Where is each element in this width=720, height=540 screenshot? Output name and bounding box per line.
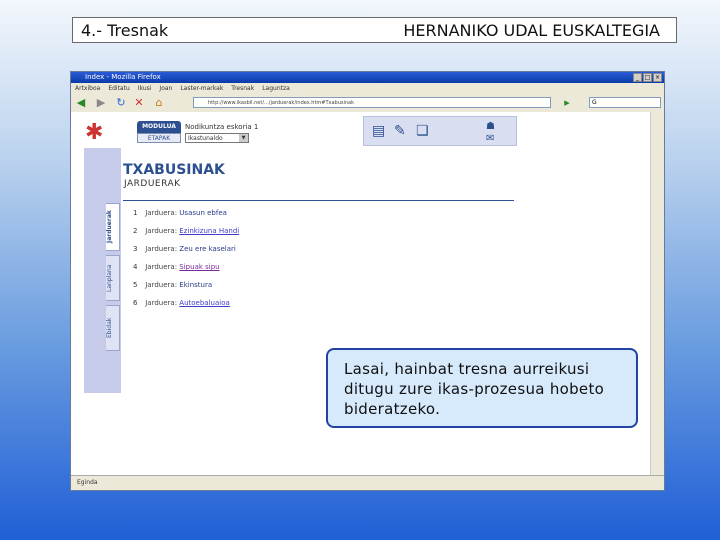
activity-item: 3 Jarduera: Zeu ere kaselari [133, 245, 236, 253]
go-icon[interactable]: ▸ [561, 97, 573, 109]
activity-item: 1 Jarduera: Usasun ebfea [133, 209, 227, 217]
tab-ebidak[interactable]: Ebidak [106, 305, 120, 351]
activity-number: 6 [133, 299, 138, 307]
activity-item: 6 Jarduera: Autoebaluaioa [133, 299, 230, 307]
activity-link[interactable]: Ekinstura [179, 281, 212, 289]
menu-item-tools[interactable]: Tresnak [231, 83, 254, 94]
browser-titlebar: Index - Mozilla Firefox _ □ × [71, 72, 664, 83]
mail-icon[interactable]: ✉ [486, 132, 494, 146]
activity-number: 5 [133, 281, 138, 289]
browser-window: Index - Mozilla Firefox _ □ × Artxiboa E… [70, 71, 665, 491]
menu-item-view[interactable]: Ikusi [138, 83, 152, 94]
activity-link[interactable]: Zeu ere kaselari [179, 245, 236, 253]
forward-arrow-icon[interactable]: ▶ [95, 97, 107, 109]
notebook-icon[interactable]: ▤ [372, 124, 385, 138]
activity-number: 3 [133, 245, 138, 253]
tool-icon-bar: ▤ ✎ ❏ ☗ ✉ [363, 116, 517, 146]
activity-label: Jarduera: [145, 281, 178, 289]
menu-item-go[interactable]: Joan [159, 83, 172, 94]
menu-bar: Artxiboa Editatu Ikusi Joan Laster-marka… [71, 83, 664, 94]
ikasbil-logo-icon: ✱ [85, 120, 104, 145]
stage-select[interactable]: Ikastunaldo ▼ [185, 133, 249, 143]
organization-name: HERNANIKO UDAL EUSKALTEGIA [403, 21, 660, 40]
activity-item: 5 Jarduera: Ekinstura [133, 281, 212, 289]
vertical-scrollbar[interactable] [650, 112, 664, 477]
activity-number: 2 [133, 227, 138, 235]
url-bar[interactable]: http://www.ikasbil.net/.../jarduerak/ind… [193, 97, 551, 108]
callout-box: Lasai, hainbat tresna aurreikusi ditugu … [326, 348, 638, 428]
window-title: Index - Mozilla Firefox [85, 73, 161, 81]
tab-jarduerak[interactable]: Jarduerak [106, 203, 120, 251]
divider [123, 200, 514, 201]
activity-link[interactable]: Autoebaluaioa [179, 299, 229, 307]
menu-item-help[interactable]: Laguntza [262, 83, 290, 94]
activity-label: Jarduera: [145, 209, 178, 217]
slide-header: 4.- Tresnak HERNANIKO UDAL EUSKALTEGIA [72, 17, 677, 43]
activity-number: 1 [133, 209, 138, 217]
tab-lanplana[interactable]: Lanplana [106, 255, 120, 301]
page-subtitle: JARDUERAK [124, 179, 181, 189]
maximize-icon[interactable]: □ [643, 73, 652, 82]
activity-item: 2 Jarduera: Ezinkizuna Handi [133, 227, 239, 235]
navigation-toolbar: ◀ ▶ ↻ ✕ ⌂ http://www.ikasbil.net/.../jar… [71, 94, 664, 113]
status-bar: Eginda [71, 475, 664, 490]
chevron-down-icon: ▼ [239, 134, 248, 142]
close-icon[interactable]: × [653, 73, 662, 82]
stage-select-value: Ikastunaldo [188, 135, 223, 142]
minimize-icon[interactable]: _ [633, 73, 642, 82]
stop-icon[interactable]: ✕ [133, 97, 145, 109]
activity-label: Jarduera: [145, 299, 178, 307]
home-icon[interactable]: ⌂ [153, 97, 165, 109]
activity-number: 4 [133, 263, 138, 271]
back-arrow-icon[interactable]: ◀ [75, 97, 87, 109]
page-title: TXABUSINAK [123, 162, 225, 178]
book-icon[interactable]: ✎ [394, 124, 406, 138]
activity-link[interactable]: Sipuak sipu [179, 263, 219, 271]
slide-title: 4.- Tresnak [81, 21, 169, 40]
module-name: Nodikuntza eskoria 1 [185, 123, 259, 131]
activity-link[interactable]: Usasun ebfea [179, 209, 227, 217]
reload-icon[interactable]: ↻ [115, 97, 127, 109]
activity-label: Jarduera: [145, 245, 178, 253]
callout-text: Lasai, hainbat tresna aurreikusi ditugu … [344, 360, 605, 418]
menu-item-edit[interactable]: Editatu [108, 83, 129, 94]
activity-label: Jarduera: [145, 227, 178, 235]
activity-item: 4 Jarduera: Sipuak sipu [133, 263, 220, 271]
menu-item-bookmarks[interactable]: Laster-markak [180, 83, 223, 94]
menu-item-file[interactable]: Artxiboa [75, 83, 100, 94]
search-input[interactable]: G [589, 97, 661, 108]
activity-link[interactable]: Ezinkizuna Handi [179, 227, 239, 235]
dictionary-icon[interactable]: ❏ [416, 124, 429, 138]
sidebar: Jarduerak Lanplana Ebidak [84, 148, 121, 393]
activity-label: Jarduera: [145, 263, 178, 271]
tab-etapak[interactable]: ETAPAK [137, 133, 181, 143]
tab-modulua[interactable]: MODULUA [137, 121, 181, 133]
